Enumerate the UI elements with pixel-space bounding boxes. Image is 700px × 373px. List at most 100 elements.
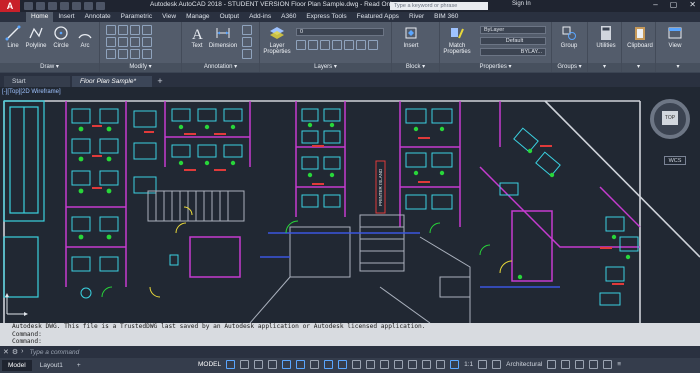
layer-dropdown[interactable]: 0 xyxy=(296,28,384,36)
polar-icon[interactable] xyxy=(296,360,306,369)
groups-panel-title[interactable]: Groups ▾ xyxy=(552,63,587,72)
layer-match-icon[interactable] xyxy=(344,40,354,50)
tab-start[interactable]: Start xyxy=(4,76,70,87)
table-icon[interactable] xyxy=(242,37,252,47)
mirror-icon[interactable] xyxy=(118,37,128,47)
move-icon[interactable] xyxy=(106,25,116,35)
trim-icon[interactable] xyxy=(130,25,140,35)
dynamic-ucs-icon[interactable] xyxy=(408,360,418,369)
object-snap-tracking-icon[interactable] xyxy=(324,360,334,369)
lineweight-dropdown[interactable]: BYLAY... xyxy=(480,48,546,56)
line-tool[interactable]: Line xyxy=(2,25,24,49)
gizmo-icon[interactable] xyxy=(436,360,446,369)
modify-panel-title[interactable]: Modify ▾ xyxy=(100,63,181,72)
tab-manage[interactable]: Manage xyxy=(181,12,215,22)
leader-icon[interactable] xyxy=(242,25,252,35)
tab-bim-360[interactable]: BIM 360 xyxy=(429,12,463,22)
clean-screen-icon[interactable] xyxy=(603,360,613,369)
tab-floor-plan-sample[interactable]: Floor Plan Sample* xyxy=(72,76,152,87)
tab-express-tools[interactable]: Express Tools xyxy=(301,12,351,22)
properties-panel-title[interactable]: Properties ▾ xyxy=(440,63,551,72)
selection-filter-icon[interactable] xyxy=(422,360,432,369)
viewcube[interactable]: TOP xyxy=(650,99,690,139)
polyline-tool[interactable]: Polyline xyxy=(24,25,48,49)
tab-home[interactable]: Home xyxy=(26,12,54,22)
circle-tool[interactable]: Circle xyxy=(50,25,72,49)
layer-freeze-icon[interactable] xyxy=(320,40,330,50)
clipboard-panel-title[interactable]: ▾ xyxy=(622,63,655,72)
draw-panel-title[interactable]: Draw ▾ xyxy=(0,63,99,72)
layer-current-icon[interactable] xyxy=(368,40,378,50)
layer-off-icon[interactable] xyxy=(308,40,318,50)
block-panel-title[interactable]: Block ▾ xyxy=(392,63,439,72)
tab-insert[interactable]: Insert xyxy=(53,12,79,22)
match-properties-tool[interactable]: Match Properties xyxy=(442,25,472,55)
open-icon[interactable] xyxy=(36,2,45,10)
erase-icon[interactable] xyxy=(142,25,152,35)
tab-annotate[interactable]: Annotate xyxy=(80,12,116,22)
add-layout-plus-icon[interactable]: + xyxy=(71,360,87,371)
tab-model[interactable]: Model xyxy=(2,360,32,371)
group-tool[interactable]: Group xyxy=(558,25,580,49)
hardware-acceleration-icon[interactable] xyxy=(589,360,599,369)
copy-icon[interactable] xyxy=(106,37,116,47)
drawing-canvas[interactable]: [-][Top][2D Wireframe] PRINTER ISLAND TO… xyxy=(0,87,700,323)
save-icon[interactable] xyxy=(48,2,57,10)
linetype-dropdown[interactable]: Default xyxy=(480,37,546,45)
customization-menu-icon[interactable]: ≡ xyxy=(617,361,621,368)
tab-featured-apps[interactable]: Featured Apps xyxy=(352,12,404,22)
annotation-visibility-icon[interactable] xyxy=(450,360,460,369)
autocad-logo-icon[interactable]: A xyxy=(0,0,20,12)
minimize-button[interactable]: – xyxy=(653,0,657,9)
plot-icon[interactable] xyxy=(72,2,81,10)
explode-icon[interactable] xyxy=(142,37,152,47)
save-as-icon[interactable] xyxy=(60,2,69,10)
close-button[interactable]: ✕ xyxy=(689,0,696,9)
tab-output[interactable]: Output xyxy=(215,12,245,22)
undo-icon[interactable] xyxy=(84,2,93,10)
maximize-button[interactable]: ▢ xyxy=(670,0,678,9)
color-dropdown[interactable]: ByLayer xyxy=(480,26,546,34)
dynamic-input-icon[interactable] xyxy=(268,360,278,369)
layer-properties-tool[interactable]: Layer Properties xyxy=(262,25,292,55)
view-tool[interactable]: View xyxy=(664,25,686,49)
wcs-menu[interactable]: WCS xyxy=(664,156,686,165)
customize-icon[interactable]: ⚙ xyxy=(12,348,18,356)
new-tab-plus-icon[interactable]: + xyxy=(154,76,166,87)
new-icon[interactable] xyxy=(24,2,33,10)
units-icon[interactable] xyxy=(492,360,502,369)
selection-cycling-icon[interactable] xyxy=(380,360,390,369)
annotation-scale-value[interactable]: 1:1 xyxy=(464,361,473,368)
tab-add-ins[interactable]: Add-ins xyxy=(244,12,276,22)
text-tool[interactable]: A Text xyxy=(186,25,208,49)
dimension-tool[interactable]: Dimension xyxy=(208,25,238,49)
layer-previous-icon[interactable] xyxy=(356,40,366,50)
clipboard-tool[interactable]: Clipboard xyxy=(626,25,654,49)
object-snap-icon[interactable] xyxy=(338,360,348,369)
search-input[interactable]: Type a keyword or phrase xyxy=(390,2,488,10)
units-dropdown[interactable]: Architectural xyxy=(506,361,542,368)
model-space-button[interactable]: MODEL xyxy=(198,361,221,368)
markup-icon[interactable] xyxy=(242,49,252,59)
array-icon[interactable] xyxy=(130,49,140,59)
isolate-objects-icon[interactable] xyxy=(575,360,585,369)
ortho-icon[interactable] xyxy=(282,360,292,369)
redo-icon[interactable] xyxy=(96,2,105,10)
viewcube-top-face[interactable]: TOP xyxy=(662,111,678,125)
insert-tool[interactable]: Insert xyxy=(398,25,424,49)
arc-tool[interactable]: Arc xyxy=(74,25,96,49)
offset-icon[interactable] xyxy=(142,49,152,59)
fillet-icon[interactable] xyxy=(130,37,140,47)
workspace-switching-icon[interactable] xyxy=(478,360,488,369)
view-panel-title[interactable]: ▾ xyxy=(656,63,700,72)
command-input[interactable]: Type a command xyxy=(30,349,80,356)
annotation-panel-title[interactable]: Annotation ▾ xyxy=(182,63,259,72)
lineweight-icon[interactable] xyxy=(352,360,362,369)
tab-a360[interactable]: A360 xyxy=(276,12,301,22)
tab-parametric[interactable]: Parametric xyxy=(116,12,157,22)
utilities-tool[interactable]: Utilities xyxy=(593,25,619,49)
snap-icon[interactable] xyxy=(240,360,250,369)
quick-properties-icon[interactable] xyxy=(547,360,557,369)
close-command-line-icon[interactable]: ✕ xyxy=(3,348,9,356)
tab-view[interactable]: View xyxy=(157,12,181,22)
